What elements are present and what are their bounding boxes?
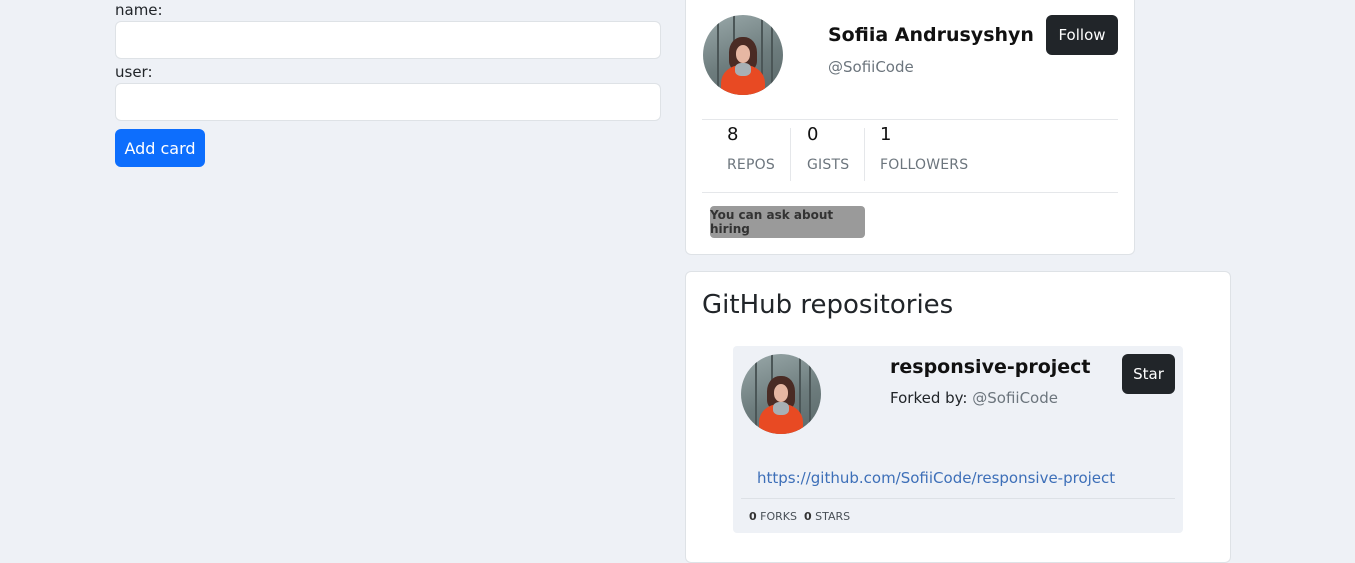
repo-forked-by: Forked by: @SofiiCode bbox=[890, 389, 1058, 407]
name-label: name: bbox=[115, 1, 163, 19]
profile-name: Sofiia Andrusyshyn bbox=[828, 24, 1034, 46]
stat-separator bbox=[864, 128, 865, 181]
divider bbox=[702, 119, 1118, 120]
repo-item: responsive-project Forked by: @SofiiCode… bbox=[733, 346, 1183, 533]
star-button[interactable]: Star bbox=[1122, 354, 1175, 394]
stat-gists-value: 0 bbox=[807, 124, 819, 145]
forked-handle: @SofiiCode bbox=[972, 389, 1058, 407]
add-card-button[interactable]: Add card bbox=[115, 129, 205, 167]
stat-repos: 8 REPOS bbox=[727, 124, 775, 173]
user-label: user: bbox=[115, 63, 153, 81]
follow-button[interactable]: Follow bbox=[1046, 15, 1118, 55]
repo-avatar bbox=[741, 354, 821, 434]
stat-repos-label: REPOS bbox=[727, 157, 775, 173]
hiring-badge: You can ask about hiring bbox=[710, 206, 865, 238]
stat-separator bbox=[790, 128, 791, 181]
repo-link[interactable]: https://github.com/SofiiCode/responsive-… bbox=[757, 469, 1115, 487]
forks-label: FORKS bbox=[760, 510, 797, 523]
stat-followers-value: 1 bbox=[880, 124, 892, 145]
profile-card: Sofiia Andrusyshyn @SofiiCode Follow 8 R… bbox=[685, 0, 1135, 255]
user-input[interactable] bbox=[115, 83, 661, 121]
stat-gists: 0 GISTS bbox=[807, 124, 849, 173]
stat-followers-label: FOLLOWERS bbox=[880, 157, 969, 173]
stars-label: STARS bbox=[815, 510, 851, 523]
stars-count: 0 bbox=[803, 510, 812, 523]
divider bbox=[741, 498, 1175, 499]
stat-followers: 1 FOLLOWERS bbox=[880, 124, 968, 173]
name-input[interactable] bbox=[115, 21, 661, 59]
divider bbox=[702, 192, 1118, 193]
stat-gists-label: GISTS bbox=[807, 157, 850, 173]
repositories-card: GitHub repositories responsive-project F… bbox=[685, 271, 1231, 563]
forked-label: Forked by: bbox=[890, 389, 968, 407]
forks-count: 0 bbox=[749, 510, 757, 523]
repo-name: responsive-project bbox=[890, 356, 1091, 378]
repositories-title: GitHub repositories bbox=[702, 290, 954, 320]
stat-repos-value: 8 bbox=[727, 124, 739, 145]
repo-stats: 0 FORKS 0 STARS bbox=[749, 510, 850, 523]
profile-avatar bbox=[703, 15, 783, 95]
profile-handle: @SofiiCode bbox=[828, 58, 914, 76]
